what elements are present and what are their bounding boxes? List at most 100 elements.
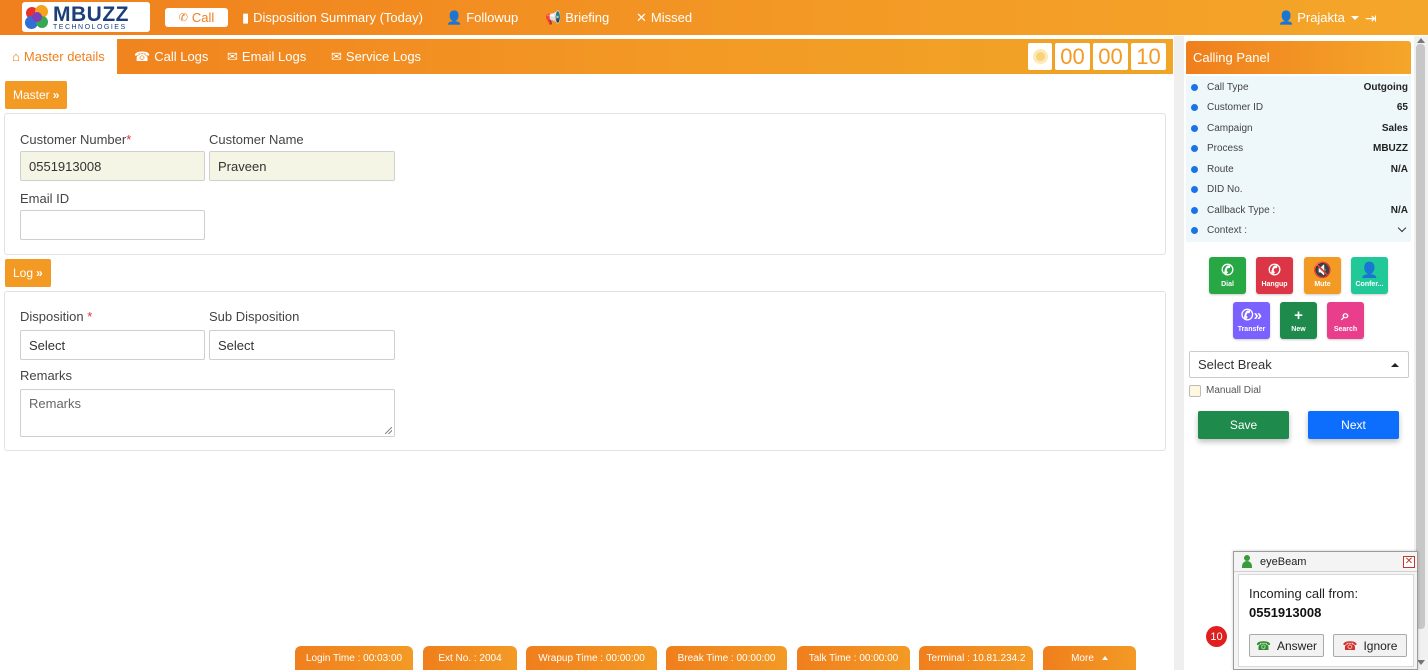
break-select-value: Select Break	[1198, 357, 1272, 372]
info-row-call-type: Call Type Outgoing	[1186, 78, 1411, 96]
scroll-down-icon[interactable]	[1417, 660, 1425, 665]
timer-hours: 00	[1055, 43, 1090, 70]
notification-badge[interactable]: 10	[1206, 626, 1227, 647]
tab-email-logs[interactable]: ✉ Email Logs	[227, 39, 306, 74]
talk-time-pill: Talk Time : 00:00:00	[797, 646, 910, 670]
mute-button[interactable]: 🔇 Mute	[1304, 257, 1341, 294]
tab-bar: ⌂ Master details ☎ Call Logs ✉ Email Log…	[0, 39, 1173, 74]
info-row-process: Process MBUZZ	[1186, 139, 1411, 157]
hangup-icon: ✆	[1268, 262, 1281, 279]
tab-master-details[interactable]: ⌂ Master details	[0, 39, 117, 74]
sub-disposition-select[interactable]: Select	[209, 330, 395, 360]
chevron-up-icon	[1101, 656, 1108, 660]
tab-service-logs[interactable]: ✉ Service Logs	[331, 39, 421, 74]
save-button[interactable]: Save	[1198, 411, 1289, 439]
caret-up-icon	[1391, 363, 1399, 367]
info-row-did-no: DID No.	[1186, 180, 1411, 198]
info-row-context[interactable]: Context :	[1186, 221, 1411, 239]
timer-minutes: 00	[1093, 43, 1128, 70]
nav-disposition-summary-label: Disposition Summary (Today)	[253, 10, 423, 25]
double-chevron-right-icon: »	[52, 88, 60, 102]
double-chevron-right-icon: »	[36, 266, 43, 280]
customer-number-label: Customer Number*	[20, 132, 132, 147]
calling-panel-title: Calling Panel	[1186, 41, 1411, 74]
master-section-label: Master	[13, 88, 50, 102]
phone-icon: ✆	[178, 12, 188, 24]
logo-mark-icon	[24, 4, 50, 30]
log-section-label: Log	[13, 266, 34, 280]
call-button[interactable]: ✆ Call	[165, 8, 228, 27]
transfer-icon: ✆»	[1241, 307, 1262, 324]
top-navbar: MBUZZ TECHNOLOGIES ✆ Call ▮ Disposition …	[0, 0, 1428, 35]
info-row-route: Route N/A	[1186, 160, 1411, 178]
customer-name-label: Customer Name	[209, 132, 304, 147]
chevron-down-icon	[1350, 15, 1359, 20]
logout-icon[interactable]: ⇥	[1365, 10, 1377, 27]
nav-briefing-label: Briefing	[565, 10, 610, 25]
conference-button[interactable]: 👤 Confer...	[1351, 257, 1388, 294]
search-icon: ⌕	[1341, 307, 1350, 324]
eyebeam-title-bar: eyeBeam	[1234, 552, 1417, 572]
terminal-pill: Terminal : 10.81.234.2	[919, 646, 1033, 670]
call-info-list: Call Type Outgoing Customer ID 65 Campaign…	[1186, 76, 1411, 242]
logo-text: MBUZZ	[53, 2, 129, 26]
nav-followup[interactable]: 👤 Followup	[446, 0, 518, 35]
ext-no-pill: Ext No. : 2004	[423, 646, 517, 670]
logo: MBUZZ TECHNOLOGIES	[22, 2, 150, 32]
hangup-button[interactable]: ✆ Hangup	[1256, 257, 1293, 294]
bullhorn-icon: 📢	[545, 9, 562, 25]
ignore-button[interactable]: ☎ Ignore	[1333, 634, 1407, 657]
tab-call-logs[interactable]: ☎ Call Logs	[134, 39, 208, 74]
close-icon[interactable]: ✕	[1403, 556, 1415, 568]
user-plus-icon: 👤	[1360, 262, 1379, 279]
customer-name-field[interactable]: Praveen	[209, 151, 395, 181]
phone-icon: ✆	[1221, 262, 1234, 279]
transfer-button[interactable]: ✆» Transfer	[1233, 302, 1270, 339]
customer-number-field[interactable]: 0551913008	[20, 151, 205, 181]
resize-handle-icon[interactable]	[385, 427, 392, 434]
ignore-phone-icon: ☎	[1342, 638, 1358, 653]
contact-icon	[1242, 555, 1252, 568]
user-icon: 👤	[1278, 9, 1295, 25]
phone-square-icon: ☎	[134, 48, 151, 64]
remarks-textarea[interactable]: Remarks	[20, 389, 395, 437]
scrollbar-thumb[interactable]	[1416, 44, 1425, 629]
eyebeam-popup: eyeBeam ✕ Incoming call from: 0551913008…	[1233, 551, 1418, 670]
eyebeam-title: eyeBeam	[1260, 555, 1307, 568]
chevron-down-icon[interactable]	[1397, 223, 1407, 233]
logo-subtext: TECHNOLOGIES	[53, 23, 127, 31]
email-label: Email ID	[20, 191, 70, 206]
master-section-button[interactable]: Master »	[5, 81, 68, 109]
nav-missed-label: Missed	[650, 10, 693, 25]
info-row-callback-type: Callback Type : N/A	[1186, 201, 1411, 219]
scroll-up-icon[interactable]	[1417, 38, 1425, 43]
new-button[interactable]: + New	[1280, 302, 1317, 339]
break-select[interactable]: Select Break	[1189, 351, 1409, 378]
tab-master-details-label: Master details	[23, 49, 105, 64]
log-section-button[interactable]: Log »	[5, 259, 51, 287]
plus-icon: +	[1294, 307, 1303, 324]
home-icon: ⌂	[12, 49, 20, 64]
email-field[interactable]	[20, 210, 205, 240]
call-button-label: Call	[191, 10, 215, 25]
remarks-placeholder: Remarks	[29, 396, 82, 411]
next-button[interactable]: Next	[1308, 411, 1399, 439]
tab-service-logs-label: Service Logs	[345, 49, 422, 64]
search-button[interactable]: ⌕ Search	[1327, 302, 1364, 339]
clipboard-icon: ▮	[242, 9, 250, 25]
disposition-select[interactable]: Select	[20, 330, 205, 360]
missed-call-icon: ✕	[636, 9, 647, 25]
panel-divider	[1174, 36, 1184, 670]
user-menu[interactable]: 👤 Prajakta	[1278, 0, 1359, 35]
nav-missed[interactable]: ✕ Missed	[636, 0, 692, 35]
dial-button[interactable]: ✆ Dial	[1209, 257, 1246, 294]
nav-disposition-summary[interactable]: ▮ Disposition Summary (Today)	[242, 0, 423, 35]
manual-dial-checkbox[interactable]	[1189, 385, 1201, 397]
nav-briefing[interactable]: 📢 Briefing	[545, 0, 609, 35]
more-button[interactable]: More	[1043, 646, 1136, 670]
info-row-campaign: Campaign Sales	[1186, 119, 1411, 137]
remarks-label: Remarks	[20, 368, 73, 383]
incoming-call-number: 0551913008	[1249, 605, 1322, 620]
answer-button[interactable]: ☎ Answer	[1249, 634, 1324, 657]
timer-indicator	[1028, 43, 1052, 70]
